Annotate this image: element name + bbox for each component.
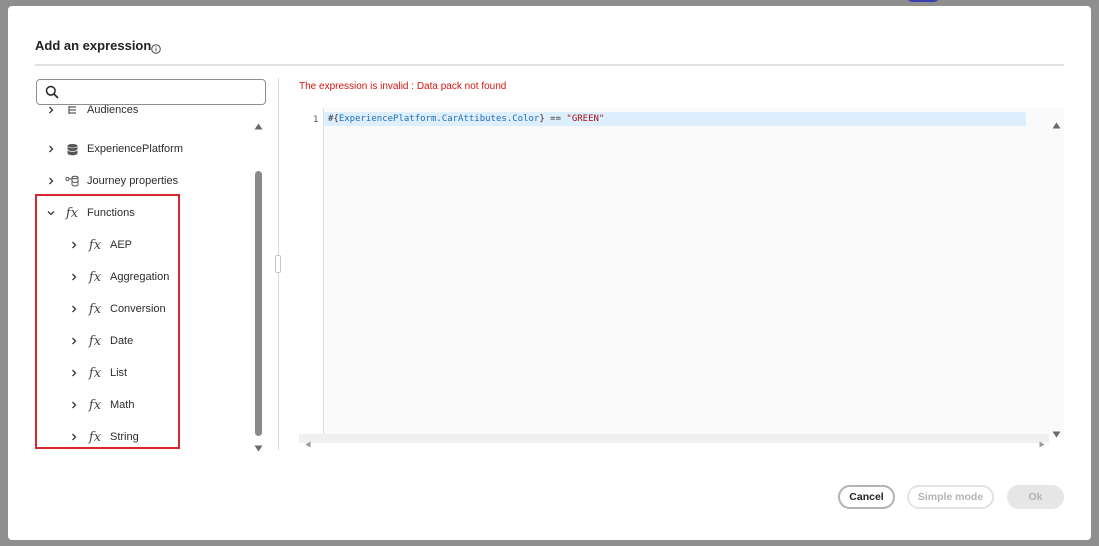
- tree-item-label: Conversion: [110, 303, 166, 315]
- tree-item-aggregation[interactable]: fx Aggregation: [67, 267, 169, 287]
- chevron-right-icon[interactable]: [44, 106, 58, 114]
- line-gutter: [299, 108, 324, 434]
- code-token-string: "GREEN": [566, 114, 605, 124]
- dialog-title: Add an expression: [35, 38, 152, 53]
- chevron-right-icon[interactable]: [44, 177, 58, 185]
- add-expression-dialog: Add an expression Audiences ExperiencePl…: [8, 6, 1091, 540]
- function-icon: fx: [88, 333, 102, 349]
- tree-item-journey-properties[interactable]: Journey properties: [44, 171, 178, 191]
- scroll-up-icon[interactable]: [254, 117, 263, 135]
- scrollbar-thumb[interactable]: [255, 171, 262, 436]
- search-icon: [45, 85, 59, 99]
- resize-handle[interactable]: [275, 255, 281, 273]
- tree-item-functions[interactable]: fx Functions: [44, 203, 135, 223]
- code-token-operator: } ==: [539, 114, 567, 124]
- chevron-down-icon[interactable]: [44, 209, 58, 217]
- function-icon: fx: [88, 365, 102, 381]
- database-icon: [62, 143, 82, 156]
- function-icon: fx: [65, 205, 79, 221]
- scroll-down-icon[interactable]: [254, 439, 263, 457]
- function-icon: fx: [88, 269, 102, 285]
- search-field[interactable]: [36, 79, 266, 105]
- editor-background: [299, 108, 1064, 438]
- tree-item-date[interactable]: fx Date: [67, 331, 133, 351]
- tree-item-label: String: [110, 431, 139, 443]
- editor-scroll-down-icon[interactable]: [1052, 425, 1061, 443]
- tree-item-string[interactable]: fx String: [67, 427, 139, 447]
- chevron-right-icon[interactable]: [67, 369, 81, 377]
- info-icon[interactable]: [151, 41, 161, 59]
- tree-item-experienceplatform[interactable]: ExperiencePlatform: [44, 139, 183, 159]
- tree-item-conversion[interactable]: fx Conversion: [67, 299, 166, 319]
- title-divider: [35, 64, 1064, 66]
- chevron-right-icon[interactable]: [67, 433, 81, 441]
- tree-item-list[interactable]: fx List: [67, 363, 127, 383]
- simple-mode-button[interactable]: Simple mode: [907, 485, 994, 509]
- line-number: 1: [313, 115, 319, 125]
- function-icon: fx: [88, 397, 102, 413]
- scroll-right-icon[interactable]: [1039, 435, 1045, 453]
- chevron-right-icon[interactable]: [67, 401, 81, 409]
- editor-horizontal-scrollbar[interactable]: [299, 434, 1049, 448]
- cancel-button[interactable]: Cancel: [838, 485, 895, 509]
- tree-item-label: Journey properties: [87, 175, 179, 187]
- tree-item-label: AEP: [110, 239, 133, 251]
- chevron-right-icon[interactable]: [67, 305, 81, 313]
- list-icon: [62, 105, 82, 116]
- tree-scrollbar[interactable]: [253, 113, 264, 452]
- function-icon: fx: [88, 301, 102, 317]
- tree-item-label: Aggregation: [110, 271, 170, 283]
- tree-item-label: Date: [110, 335, 134, 347]
- error-message: The expression is invalid : Data pack no…: [299, 81, 507, 92]
- tree-item-label: Functions: [87, 207, 135, 219]
- tree-item-label: Math: [110, 399, 135, 411]
- function-icon: fx: [88, 429, 102, 445]
- search-input[interactable]: [67, 83, 261, 103]
- chevron-right-icon[interactable]: [67, 337, 81, 345]
- function-icon: fx: [88, 237, 102, 253]
- ok-button[interactable]: Ok: [1007, 485, 1064, 509]
- tree-panel: Audiences ExperiencePlatform Journey pro…: [36, 105, 250, 450]
- tree-item-audiences[interactable]: Audiences: [44, 105, 138, 120]
- editor-scroll-up-icon[interactable]: [1052, 116, 1061, 134]
- tree-item-math[interactable]: fx Math: [67, 395, 134, 415]
- tree-item-label: List: [110, 367, 128, 379]
- tree-item-label: Audiences: [87, 105, 139, 116]
- scroll-left-icon[interactable]: [305, 435, 311, 453]
- code-token-prefix: #{: [328, 114, 339, 124]
- chevron-right-icon[interactable]: [44, 145, 58, 153]
- background-badge: [907, 0, 939, 2]
- code-editor[interactable]: 1 #{ExperiencePlatform.CarAttibutes.Colo…: [299, 108, 1064, 448]
- journey-properties-icon: [62, 175, 82, 187]
- tree-item-aep[interactable]: fx AEP: [67, 235, 132, 255]
- tree-item-label: ExperiencePlatform: [87, 143, 183, 155]
- code-token-path: ExperiencePlatform.CarAttibutes.Color: [338, 114, 540, 124]
- chevron-right-icon[interactable]: [67, 241, 81, 249]
- chevron-right-icon[interactable]: [67, 273, 81, 281]
- code-line[interactable]: #{ExperiencePlatform.CarAttibutes.Color}…: [328, 114, 604, 124]
